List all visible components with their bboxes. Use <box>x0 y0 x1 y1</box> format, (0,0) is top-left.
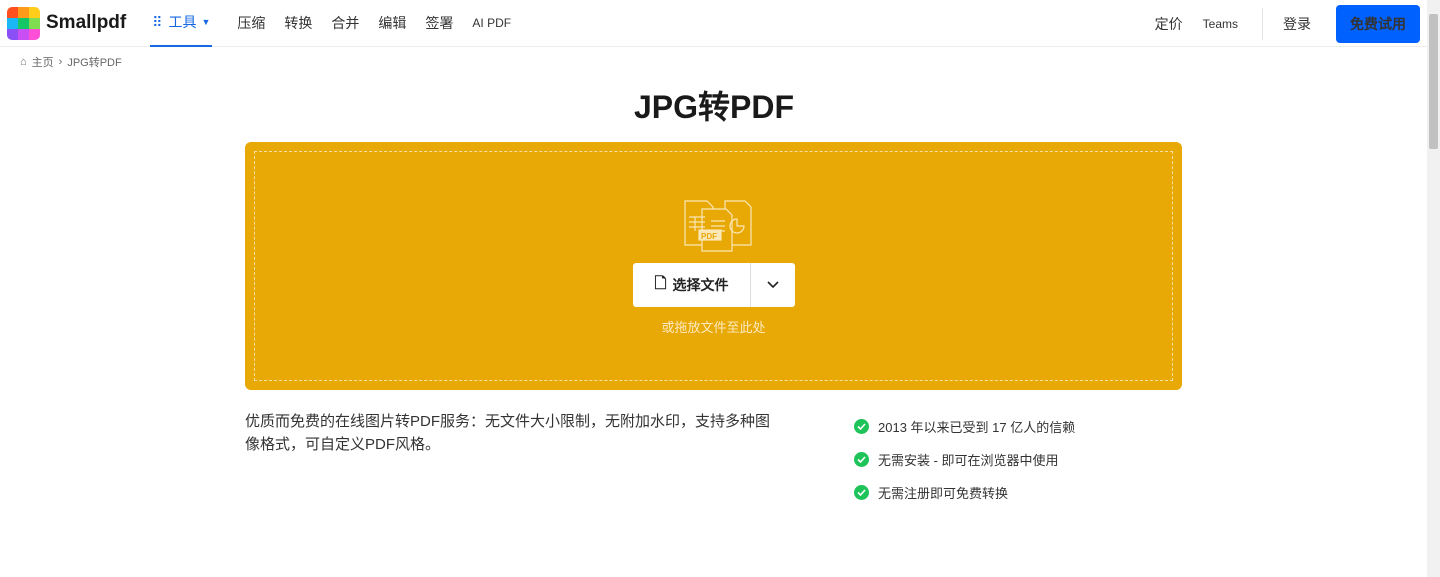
scrollbar[interactable] <box>1427 0 1440 577</box>
chevron-down-icon <box>767 281 779 289</box>
chevron-right-icon: › <box>58 56 63 68</box>
logo-icon <box>7 6 40 40</box>
pricing-link[interactable]: 定价 <box>1155 14 1183 34</box>
nav-tools[interactable]: ⠿ 工具 ▼ <box>150 0 213 47</box>
pdf-label: PDF <box>701 232 717 241</box>
teams-link[interactable]: Teams <box>1203 17 1238 31</box>
breadcrumb: ⌂ 主页 › JPG转PDF <box>20 54 122 70</box>
choose-file-button[interactable]: 🗋 选择文件 <box>633 263 751 307</box>
choose-file-group: 🗋 选择文件 <box>633 263 795 307</box>
feature-item: 无需安装 - 即可在浏览器中使用 <box>854 443 1075 476</box>
nav-sign[interactable]: 签署 <box>425 0 453 47</box>
breadcrumb-home[interactable]: 主页 <box>32 54 54 70</box>
nav-ai-pdf[interactable]: AI PDF <box>472 0 511 47</box>
home-icon: ⌂ <box>20 56 27 68</box>
source-dropdown-button[interactable] <box>751 263 795 307</box>
nav-merge[interactable]: 合并 <box>331 0 359 47</box>
nav-compress[interactable]: 压缩 <box>237 0 265 47</box>
feature-item: 2013 年以来已受到 17 亿人的信赖 <box>854 410 1075 443</box>
free-trial-button[interactable]: 免费试用 <box>1336 4 1420 43</box>
check-circle-icon <box>854 419 869 434</box>
nav-convert[interactable]: 转换 <box>284 0 312 47</box>
header: Smallpdf ⠿ 工具 ▼ 压缩 转换 合并 编辑 签署 AI PDF 定价 T… <box>0 0 1440 47</box>
file-plus-icon: 🗋 <box>654 274 667 292</box>
logo[interactable]: Smallpdf <box>7 6 127 40</box>
divider <box>1262 7 1263 40</box>
grid-icon: ⠿ <box>152 13 163 30</box>
breadcrumb-current: JPG转PDF <box>67 57 122 69</box>
check-circle-icon <box>854 452 869 467</box>
description: 优质而免费的在线图片转PDF服务：无文件大小限制，无附加水印，支持多种图像格式，… <box>245 413 771 453</box>
scrollbar-thumb[interactable] <box>1429 14 1438 149</box>
nav-edit[interactable]: 编辑 <box>378 0 406 47</box>
check-circle-icon <box>854 485 869 500</box>
caret-down-icon: ▼ <box>201 17 211 27</box>
file-dropzone[interactable]: PDF 🗋 选择文件 或拖放文件至此处 <box>245 142 1182 390</box>
drop-hint: 或拖放文件至此处 <box>661 320 766 335</box>
documents-icon <box>684 200 752 252</box>
page-title: JPG转PDF <box>633 89 795 125</box>
main-nav: ⠿ 工具 ▼ 压缩 转换 合并 编辑 签署 AI PDF <box>150 0 530 47</box>
feature-item: 无需注册即可免费转换 <box>854 476 1075 509</box>
login-link[interactable]: 登录 <box>1283 14 1311 34</box>
brand-name: Smallpdf <box>46 12 127 33</box>
feature-list: 2013 年以来已受到 17 亿人的信赖 无需安装 - 即可在浏览器中使用 无需… <box>854 410 1075 509</box>
